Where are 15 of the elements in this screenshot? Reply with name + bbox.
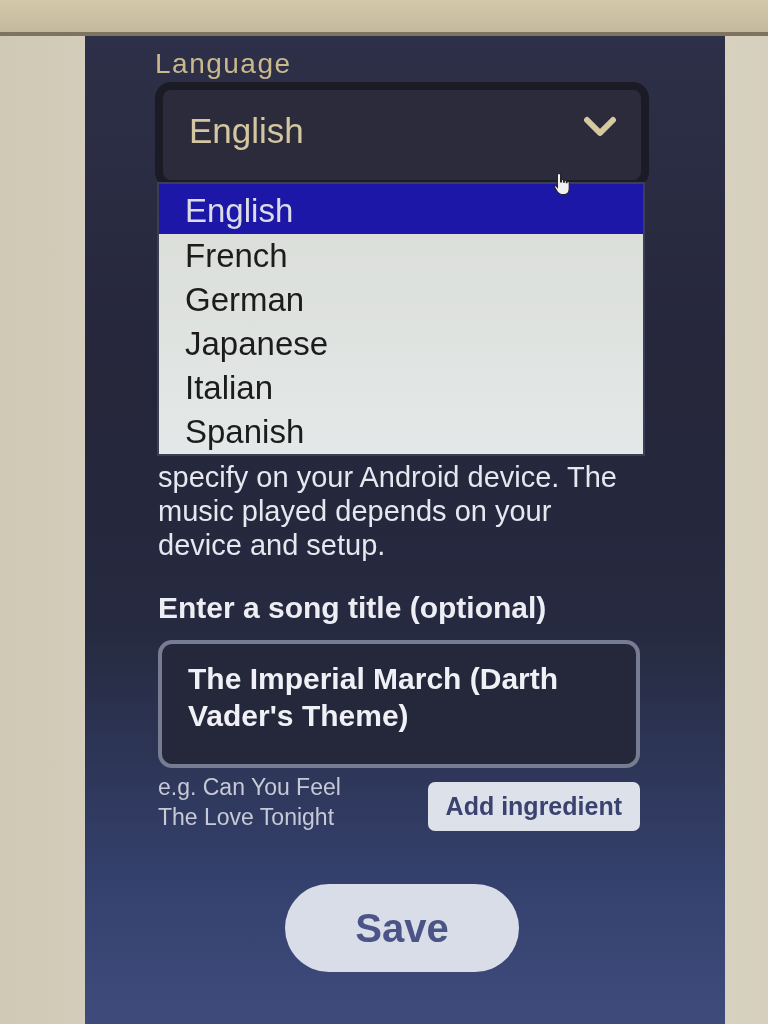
example-hint-text: e.g. Can You Feel The Love Tonight	[158, 773, 342, 832]
song-title-field[interactable]: The Imperial March (Darth Vader's Theme)	[158, 640, 640, 768]
hand-pointer-icon	[553, 172, 571, 196]
dropdown-option[interactable]: Spanish	[159, 410, 643, 454]
save-button[interactable]: Save	[285, 884, 519, 972]
song-title-label: Enter a song title (optional)	[157, 590, 548, 626]
dropdown-option[interactable]: Italian	[159, 366, 643, 410]
dropdown-option[interactable]: English	[159, 184, 643, 234]
description-text: specify on your Android device. The music played depends on your device and setup.	[157, 460, 618, 562]
add-ingredient-button[interactable]: Add ingredient	[427, 782, 640, 831]
language-label: Language	[155, 47, 293, 81]
dropdown-option[interactable]: French	[159, 234, 643, 278]
dropdown-option[interactable]: Japanese	[159, 322, 643, 366]
dropdown-option[interactable]: German	[159, 278, 643, 322]
chevron-down-icon	[583, 116, 617, 138]
